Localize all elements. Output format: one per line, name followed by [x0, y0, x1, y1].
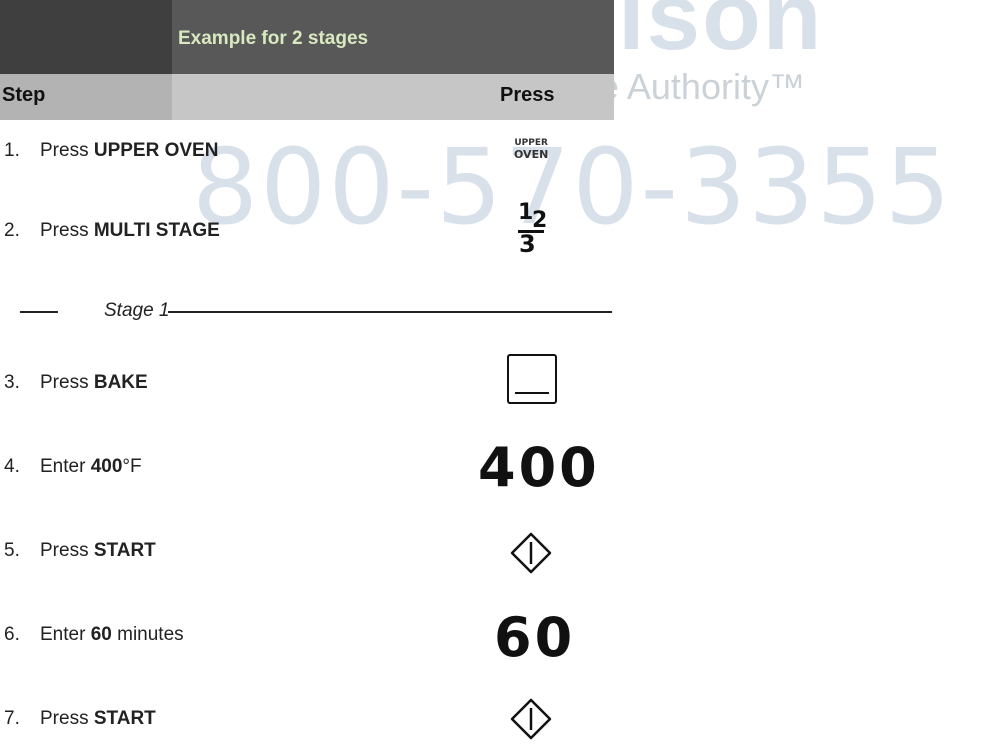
watermark-phone: 800-570-3355 [192, 126, 953, 248]
step-6: 6. Enter 60 minutes [0, 624, 184, 646]
temperature-value: 400 [478, 436, 600, 499]
step-text: Press [40, 708, 94, 729]
step-number: 6. [4, 624, 20, 645]
stage-rule-right [168, 311, 612, 313]
step-key: 400 [90, 456, 123, 477]
step-text-post: minutes [111, 624, 184, 645]
step-2: 2. Press MULTI STAGE [0, 220, 220, 242]
step-number: 1. [4, 140, 20, 161]
column-header-press: Press [500, 84, 555, 106]
step-key: 60 [90, 624, 112, 645]
table-title-row: Example for 2 stages [0, 0, 614, 74]
step-key: START [93, 708, 156, 729]
upper-oven-key-icon: UPPER OVEN [514, 137, 548, 161]
step-key: BAKE [93, 372, 148, 393]
step-4: 4. Enter 400°F [0, 456, 142, 478]
bake-icon-line [515, 391, 549, 394]
step-1: 1. Press UPPER OVEN [0, 140, 218, 162]
time-value: 60 [494, 606, 576, 669]
step-number: 2. [4, 220, 20, 241]
table-header-row: Step Press [0, 74, 614, 120]
step-key: MULTI STAGE [93, 220, 220, 241]
step-text: Press [40, 220, 94, 241]
upper-oven-line2: OVEN [514, 148, 549, 161]
step-number: 7. [4, 708, 20, 729]
title-row-left-block [0, 0, 172, 74]
start-icon [510, 698, 552, 740]
multi-stage-digit-3: 3 [519, 230, 536, 258]
step-text: Press [40, 540, 94, 561]
step-text: Enter [40, 624, 91, 645]
multi-stage-icon: 1 2 3 [514, 200, 554, 260]
step-key: UPPER OVEN [93, 140, 219, 161]
step-3: 3. Press BAKE [0, 372, 148, 394]
step-key: START [93, 540, 156, 561]
step-text-post: °F [122, 456, 142, 477]
step-number: 3. [4, 372, 20, 393]
step-text: Press [40, 372, 94, 393]
column-header-step: Step [2, 84, 46, 106]
step-text: Enter [40, 456, 91, 477]
start-icon [510, 532, 552, 574]
table-title: Example for 2 stages [178, 28, 369, 49]
step-text: Press [40, 140, 94, 161]
stage-label: Stage 1 [104, 300, 170, 321]
stage-rule-left [20, 311, 58, 313]
bake-icon [507, 354, 557, 404]
step-7: 7. Press START [0, 708, 156, 730]
instruction-table: Example for 2 stages Step Press [0, 0, 614, 120]
stage-divider: Stage 1 [20, 300, 612, 321]
step-number: 4. [4, 456, 20, 477]
step-number: 5. [4, 540, 20, 561]
step-5: 5. Press START [0, 540, 156, 562]
